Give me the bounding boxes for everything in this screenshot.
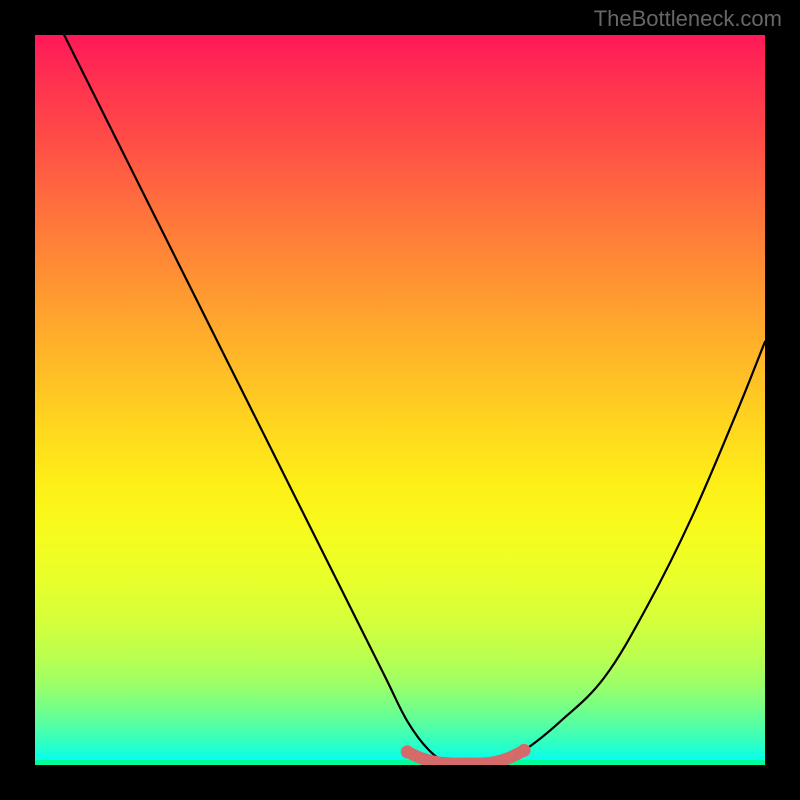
chart-svg <box>35 35 765 765</box>
valley-end-dot <box>518 744 531 757</box>
valley-highlight <box>407 750 524 763</box>
watermark-text: TheBottleneck.com <box>594 6 782 32</box>
chart-container: TheBottleneck.com <box>0 0 800 800</box>
valley-start-dot <box>401 745 414 758</box>
bottleneck-curve <box>64 35 765 765</box>
plot-area <box>35 35 765 765</box>
